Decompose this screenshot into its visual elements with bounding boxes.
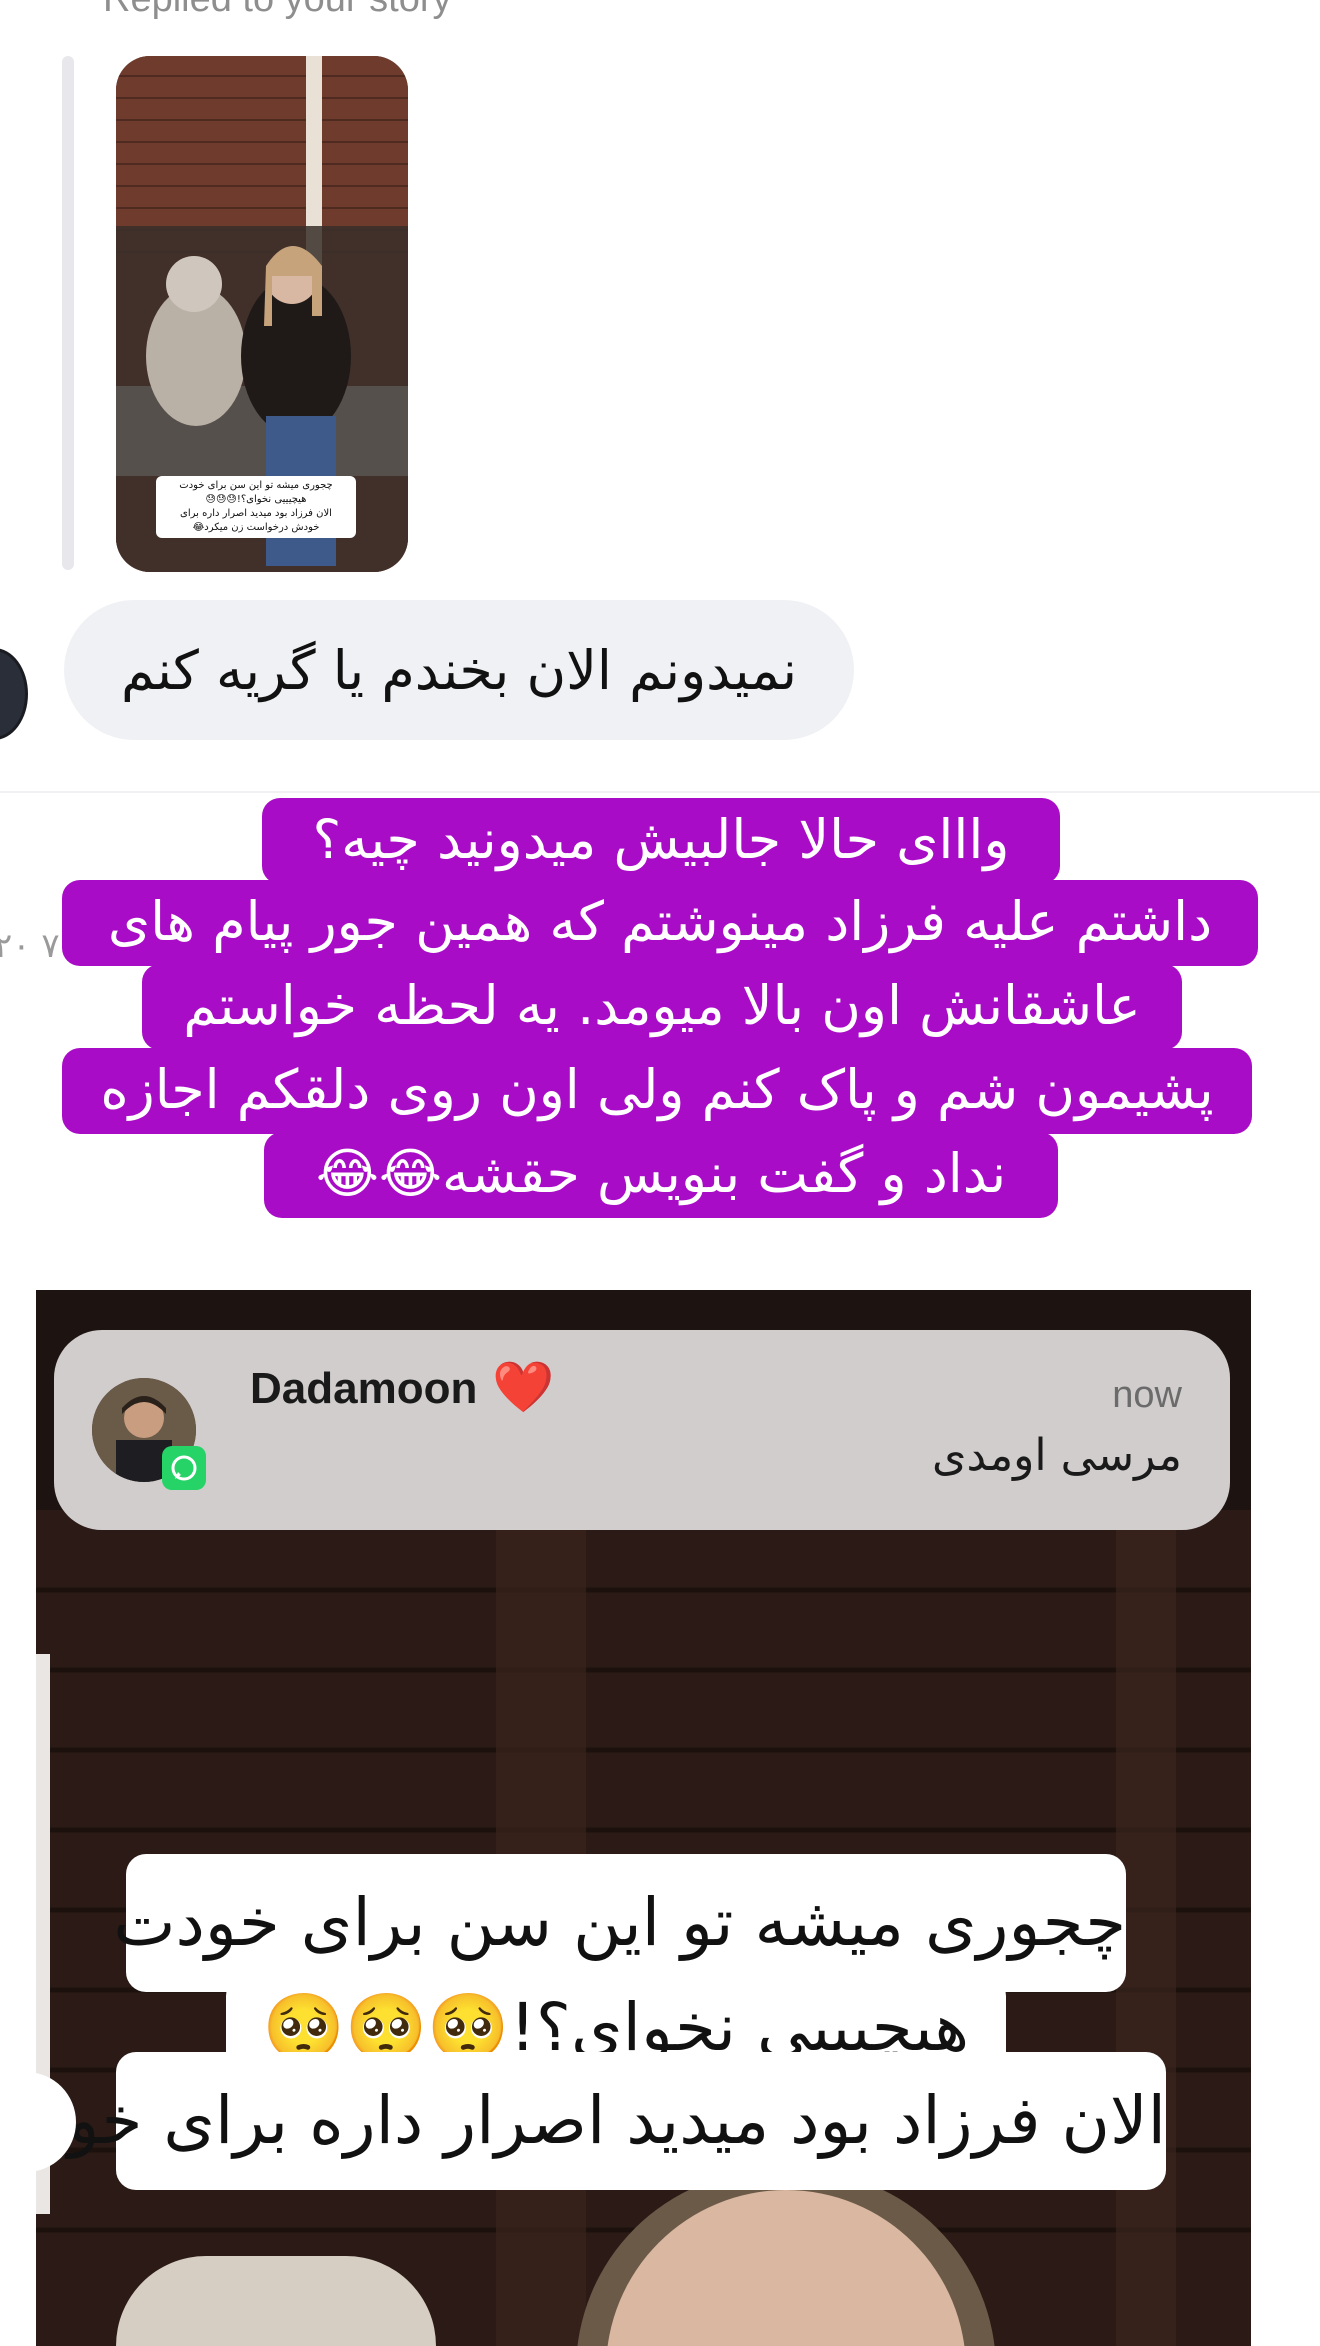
- whatsapp-icon: [162, 1446, 206, 1490]
- story-thumb-caption-line: چجوری میشه تو این سن برای خودت: [179, 480, 333, 491]
- purple-caption-line: داشتم علیه فرزاد مینوشتم که همین جور پیا…: [62, 880, 1258, 966]
- purple-caption-line: عاشقانش اون بالا میومد. یه لحظه خواستم: [142, 964, 1182, 1050]
- reply-quote-bar: [62, 56, 74, 570]
- story-thumbnail[interactable]: چجوری میشه تو این سن برای خودت هیچیییی ن…: [116, 56, 408, 572]
- divider: [0, 791, 1320, 793]
- sender-avatar[interactable]: [0, 648, 28, 740]
- story-thumb-caption-line: هیچیییی نخوای؟!😓😓😓: [205, 494, 307, 505]
- story-caption-line: الان فرزاد بود میدید اصرار داره برای خود: [38, 2052, 1166, 2190]
- incoming-message-text: نمیدونم الان بخندم یا گریه کنم: [120, 638, 798, 702]
- hood-fluff: [116, 2256, 436, 2346]
- story-thumb-caption-line: خودش درخواست زن میکرد😂: [192, 522, 320, 533]
- replied-to-story-label: Replied to your story: [103, 0, 452, 21]
- timestamp-edge: ۲۰ ۷: [0, 926, 60, 966]
- notification-time: now: [1112, 1374, 1182, 1416]
- heart-icon: ❤️: [492, 1358, 555, 1416]
- notification-message: مرسی اومدی: [932, 1430, 1182, 1481]
- purple-caption-line: نداد و گفت بنویس حقشه😂😂: [264, 1132, 1058, 1218]
- purple-caption-line: پشیمون شم و پاک کنم ولی اون روی دلقکم اج…: [62, 1048, 1252, 1134]
- incoming-message-bubble[interactable]: نمیدونم الان بخندم یا گریه کنم: [64, 600, 854, 740]
- notification-banner[interactable]: Dadamoon ❤️ now مرسی اومدی: [54, 1330, 1230, 1530]
- story-thumb-caption-line: الان فرزاد بود میدید اصرار داره برای: [180, 508, 332, 519]
- notification-sender: Dadamoon: [250, 1364, 478, 1413]
- story-screenshot[interactable]: Dadamoon ❤️ now مرسی اومدی چجوری میشه تو…: [36, 1290, 1251, 2346]
- purple-caption-line: وااای حالا جالبیش میدونید چیه؟: [262, 798, 1060, 884]
- story-caption-line: چجوری میشه تو این سن برای خودت: [113, 1854, 1126, 1992]
